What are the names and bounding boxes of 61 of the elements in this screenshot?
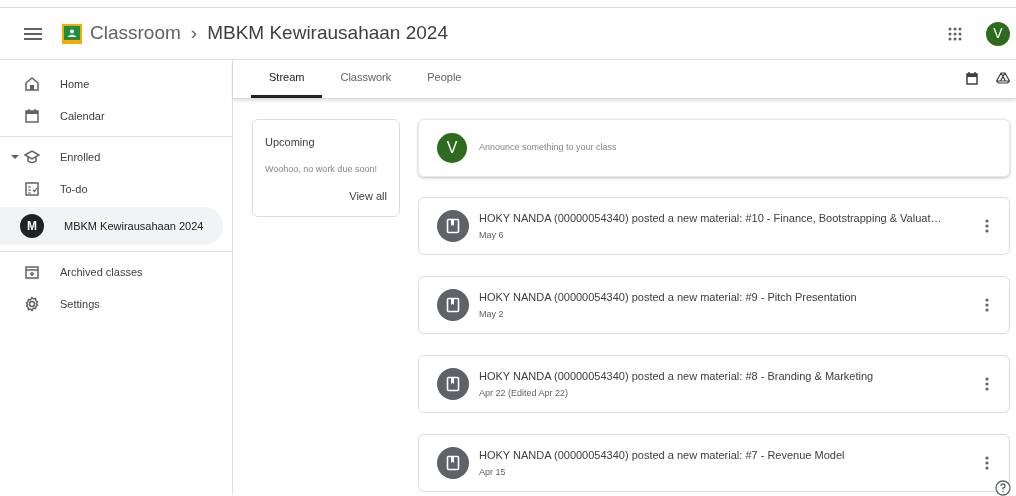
settings-icon: [24, 296, 40, 312]
material-icon: [437, 447, 469, 479]
drive-icon[interactable]: [996, 72, 1010, 84]
graduation-cap-icon: [24, 149, 40, 165]
account-avatar[interactable]: V: [986, 21, 1010, 46]
post-title: HOKY NANDA (00000054340) posted a new material: #10 - Finance, Bootstrapping & Valuat…: [479, 211, 943, 226]
sidebar-item[interactable]: To-do: [0, 173, 223, 205]
more-options-icon[interactable]: [985, 377, 989, 391]
sidebar-label: To-do: [60, 181, 88, 197]
sidebar-label: Archived classes: [60, 264, 143, 280]
post-card[interactable]: HOKY NANDA (00000054340) posted a new material: #7 - Revenue Model Apr 15: [418, 434, 1010, 492]
post-card[interactable]: HOKY NANDA (00000054340) posted a new material: #9 - Pitch Presentation May 2: [418, 276, 1010, 334]
sidebar-label: Home: [60, 76, 90, 92]
sidebar-label: Enrolled: [60, 149, 101, 165]
post-date: Apr 15: [479, 465, 507, 479]
view-all-link[interactable]: View all: [349, 188, 387, 205]
material-icon: [437, 210, 469, 242]
breadcrumb-separator: ›: [190, 21, 198, 46]
material-icon: [437, 368, 469, 400]
caret-icon[interactable]: [11, 154, 19, 160]
sidebar-item[interactable]: Archived classes: [0, 256, 223, 288]
announce-placeholder[interactable]: Announce something to your class: [479, 141, 617, 155]
help-icon[interactable]: [995, 480, 1011, 496]
classroom-logo-icon: [62, 23, 82, 44]
post-title: HOKY NANDA (00000054340) posted a new material: #8 - Branding & Marketing: [479, 369, 875, 384]
sidebar-item[interactable]: M MBKM Kewirausahaan 2024: [0, 207, 223, 245]
calendar-icon: [24, 108, 40, 124]
tab[interactable]: Stream: [251, 60, 323, 98]
apps-grid-icon[interactable]: [948, 26, 962, 41]
post-title: HOKY NANDA (00000054340) posted a new material: #9 - Pitch Presentation: [479, 290, 858, 305]
home-icon: [24, 76, 40, 92]
sidebar-item[interactable]: Settings: [0, 288, 223, 320]
post-title: HOKY NANDA (00000054340) posted a new material: #7 - Revenue Model: [479, 448, 846, 463]
post-card[interactable]: HOKY NANDA (00000054340) posted a new material: #10 - Finance, Bootstrapping & Valuat… May 6: [418, 197, 1010, 255]
checklist-icon: [24, 181, 40, 197]
upcoming-title: Upcoming: [265, 135, 316, 150]
sidebar-item[interactable]: Calendar: [0, 100, 223, 132]
sidebar-item[interactable]: Home: [0, 68, 223, 100]
more-options-icon[interactable]: [985, 298, 989, 312]
announce-card[interactable]: V Announce something to your class: [418, 119, 1010, 177]
sidebar-label: Calendar: [60, 108, 105, 124]
course-title[interactable]: MBKM Kewirausahaan 2024: [207, 19, 448, 48]
more-options-icon[interactable]: [985, 456, 989, 470]
post-date: May 2: [479, 307, 505, 321]
post-card[interactable]: HOKY NANDA (00000054340) posted a new material: #8 - Branding & Marketing Apr 22 (Edited Apr 22): [418, 355, 1010, 413]
calendar-icon[interactable]: [966, 71, 978, 85]
sidebar-item[interactable]: Enrolled: [0, 141, 223, 173]
tab[interactable]: People: [409, 60, 480, 98]
post-date: May 6: [479, 228, 505, 242]
upcoming-message: Woohoo, no work due soon!: [265, 162, 378, 176]
sidebar-label: MBKM Kewirausahaan 2024: [64, 218, 204, 234]
post-date: Apr 22 (Edited Apr 22): [479, 386, 570, 400]
sidebar-label: Settings: [60, 296, 100, 312]
menu-icon[interactable]: [24, 27, 42, 40]
archive-icon: [24, 264, 40, 280]
app-title[interactable]: Classroom: [90, 19, 181, 48]
class-avatar: M: [20, 214, 44, 238]
tab[interactable]: Classwork: [322, 60, 410, 98]
more-options-icon[interactable]: [985, 219, 989, 233]
material-icon: [437, 289, 469, 321]
user-avatar: V: [437, 133, 467, 163]
